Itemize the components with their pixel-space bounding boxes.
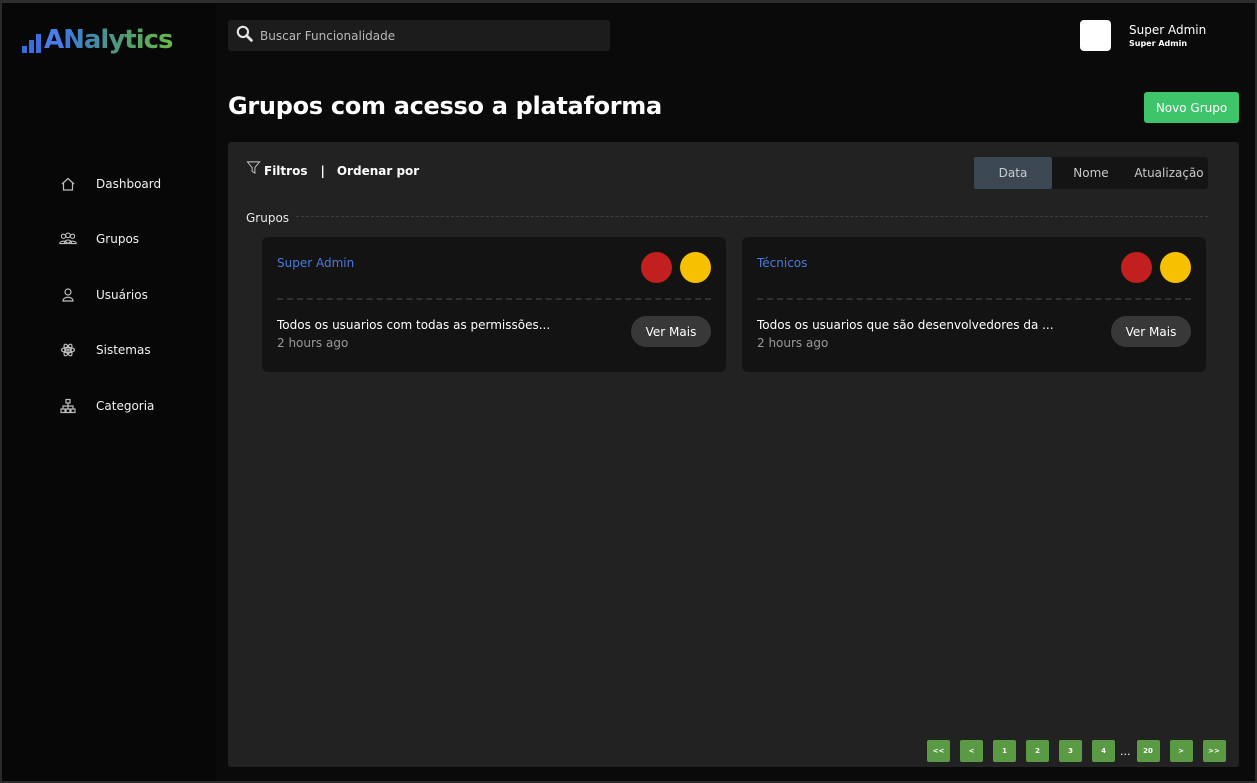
status-dot-red xyxy=(641,252,672,283)
group-card-title[interactable]: Técnicos xyxy=(757,256,807,270)
page-title: Grupos com acesso a plataforma xyxy=(228,92,662,120)
user-role: Super Admin xyxy=(1129,39,1188,48)
sidebar-item-label: Grupos xyxy=(96,232,140,247)
search-bar[interactable] xyxy=(228,20,610,51)
section-label: Grupos xyxy=(246,211,290,225)
pagination: << < 1 2 3 4 ... 20 > >> xyxy=(927,740,1236,762)
sidebar-item-sistemas[interactable]: Sistemas xyxy=(2,323,216,379)
see-more-button[interactable]: Ver Mais xyxy=(1111,316,1191,347)
group-card[interactable]: Técnicos Todos os usuarios que são desen… xyxy=(742,237,1206,372)
group-card-time: 2 hours ago xyxy=(757,336,829,350)
sort-tabs: Data Nome Atualização xyxy=(974,157,1208,189)
new-group-button[interactable]: Novo Grupo xyxy=(1144,92,1239,123)
sidebar-item-label: Dashboard xyxy=(96,176,162,191)
page-button[interactable]: 1 xyxy=(993,740,1016,762)
page-first-button[interactable]: << xyxy=(927,740,950,762)
page-next-button[interactable]: > xyxy=(1169,740,1193,762)
home-icon xyxy=(58,175,78,193)
page-button[interactable]: 20 xyxy=(1136,740,1160,762)
group-card-description: Todos os usuarios com todas as permissõe… xyxy=(277,318,551,332)
page-last-button[interactable]: >> xyxy=(1202,740,1226,762)
sidebar-item-dashboard[interactable]: Dashboard xyxy=(2,156,216,212)
sort-tab-data[interactable]: Data xyxy=(974,157,1052,189)
sidebar-nav: Dashboard Grupos Usuários Sistemas Categ… xyxy=(2,156,216,434)
filters-button[interactable]: Filtros xyxy=(264,164,307,178)
group-card-time: 2 hours ago xyxy=(277,336,349,350)
logo-bars-icon xyxy=(22,34,41,53)
logo-text-rest: Nalytics xyxy=(63,25,173,55)
toolbar-separator: | xyxy=(320,164,325,178)
filter-bar: Filtros | Ordenar por xyxy=(246,161,420,178)
page-button[interactable]: 2 xyxy=(1026,740,1049,762)
user-name: Super Admin xyxy=(1129,23,1207,37)
status-dot-yellow xyxy=(1160,252,1191,283)
group-card-description: Todos os usuarios que são desenvolvedore… xyxy=(757,318,1054,332)
page-prev-button[interactable]: < xyxy=(960,740,983,762)
group-card-title[interactable]: Super Admin xyxy=(277,256,354,270)
sidebar-item-label: Categoria xyxy=(96,398,155,413)
sidebar-item-categoria[interactable]: Categoria xyxy=(2,378,216,434)
sidebar-item-label: Usuários xyxy=(96,287,148,302)
page-button[interactable]: 3 xyxy=(1059,740,1082,762)
see-more-button[interactable]: Ver Mais xyxy=(631,316,711,347)
groups-panel: Filtros | Ordenar por Data Nome Atualiza… xyxy=(228,142,1239,767)
order-by-label: Ordenar por xyxy=(336,164,420,178)
sort-tab-nome[interactable]: Nome xyxy=(1052,157,1130,189)
search-icon xyxy=(236,25,260,46)
card-divider xyxy=(277,298,711,300)
logo-text-first: A xyxy=(44,25,64,55)
page-button[interactable]: 4 xyxy=(1092,740,1115,762)
user-icon xyxy=(58,286,78,304)
sidebar-item-usuarios[interactable]: Usuários xyxy=(2,267,216,323)
sort-tab-atualizacao[interactable]: Atualização xyxy=(1130,157,1208,189)
avatar[interactable] xyxy=(1080,20,1111,51)
search-input[interactable] xyxy=(260,28,590,43)
users-group-icon xyxy=(58,230,78,248)
atom-icon xyxy=(58,341,78,359)
filter-icon[interactable] xyxy=(246,161,264,178)
group-card[interactable]: Super Admin Todos os usuarios com todas … xyxy=(262,237,726,372)
app-logo[interactable]: ANalytics xyxy=(22,25,174,55)
sidebar-item-grupos[interactable]: Grupos xyxy=(2,212,216,268)
sidebar: ANalytics Dashboard Grupos Usuários Sist… xyxy=(2,3,216,781)
page-ellipsis: ... xyxy=(1120,744,1131,758)
hierarchy-icon xyxy=(58,397,78,415)
user-menu[interactable]: Super Admin Super Admin xyxy=(1080,20,1206,51)
card-divider xyxy=(757,298,1191,300)
section-divider xyxy=(296,216,1208,217)
sidebar-item-label: Sistemas xyxy=(96,343,151,358)
status-dot-yellow xyxy=(680,252,711,283)
status-dot-red xyxy=(1121,252,1152,283)
